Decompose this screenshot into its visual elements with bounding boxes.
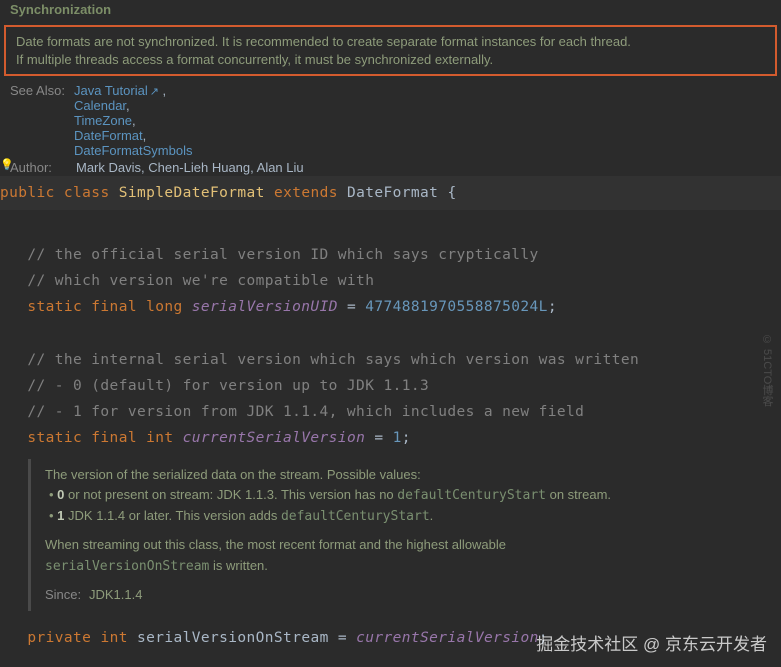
javadoc-block: The version of the serialized data on th… (28, 459, 781, 611)
sync-warning-line2: If multiple threads access a format conc… (16, 51, 765, 69)
external-link-icon: ↗ (150, 86, 159, 98)
see-also-row: See Also: Java Tutorial↗ , Calendar, Tim… (0, 82, 781, 159)
link-calendar[interactable]: Calendar (74, 98, 126, 113)
link-dateformat[interactable]: DateFormat (74, 128, 143, 143)
comment: // the internal serial version which say… (27, 352, 639, 368)
sync-warning-box: Date formats are not synchronized. It is… (4, 25, 777, 76)
comment: // - 0 (default) for version up to JDK 1… (27, 378, 429, 394)
doc-intro: The version of the serialized data on th… (45, 465, 767, 485)
link-timezone[interactable]: TimeZone (74, 113, 132, 128)
class-signature: public class SimpleDateFormat extends Da… (0, 176, 781, 210)
comment: // the official serial version ID which … (27, 247, 538, 263)
doc-since: Since:JDK1.1.4 (45, 585, 767, 605)
code-body: // the official serial version ID which … (0, 210, 781, 451)
doc-stream-note: When streaming out this class, the most … (45, 535, 767, 576)
link-dateformatsymbols[interactable]: DateFormatSymbols (74, 143, 192, 158)
bulb-icon[interactable]: 💡 (0, 158, 14, 171)
code-body-2: private int serialVersionOnStream = curr… (0, 619, 781, 651)
field-currentSerialVersion: currentSerialVersion (183, 430, 366, 446)
comment: // which version we're compatible with (27, 273, 374, 289)
author-row: 💡 Author: Mark Davis, Chen-Lieh Huang, A… (0, 159, 781, 176)
see-also-label: See Also: (10, 83, 72, 158)
author-label: Author: (10, 160, 72, 175)
doc-bullet-1: • 1 JDK 1.1.4 or later. This version add… (45, 506, 767, 527)
author-names: Mark Davis, Chen-Lieh Huang, Alan Liu (72, 160, 304, 175)
class-name: SimpleDateFormat (119, 185, 265, 201)
link-java-tutorial[interactable]: Java Tutorial (74, 83, 148, 98)
sync-warning-line1: Date formats are not synchronized. It is… (16, 33, 765, 51)
super-class: DateFormat (347, 185, 438, 201)
see-also-links: Java Tutorial↗ , Calendar, TimeZone, Dat… (72, 83, 192, 158)
doc-bullet-0: • 0 or not present on stream: JDK 1.1.3.… (45, 485, 767, 506)
section-title: Synchronization (0, 0, 781, 19)
field-serialVersionOnStream: serialVersionOnStream (137, 630, 329, 646)
field-serialVersionUID: serialVersionUID (192, 299, 338, 315)
comment: // - 1 for version from JDK 1.1.4, which… (27, 404, 584, 420)
